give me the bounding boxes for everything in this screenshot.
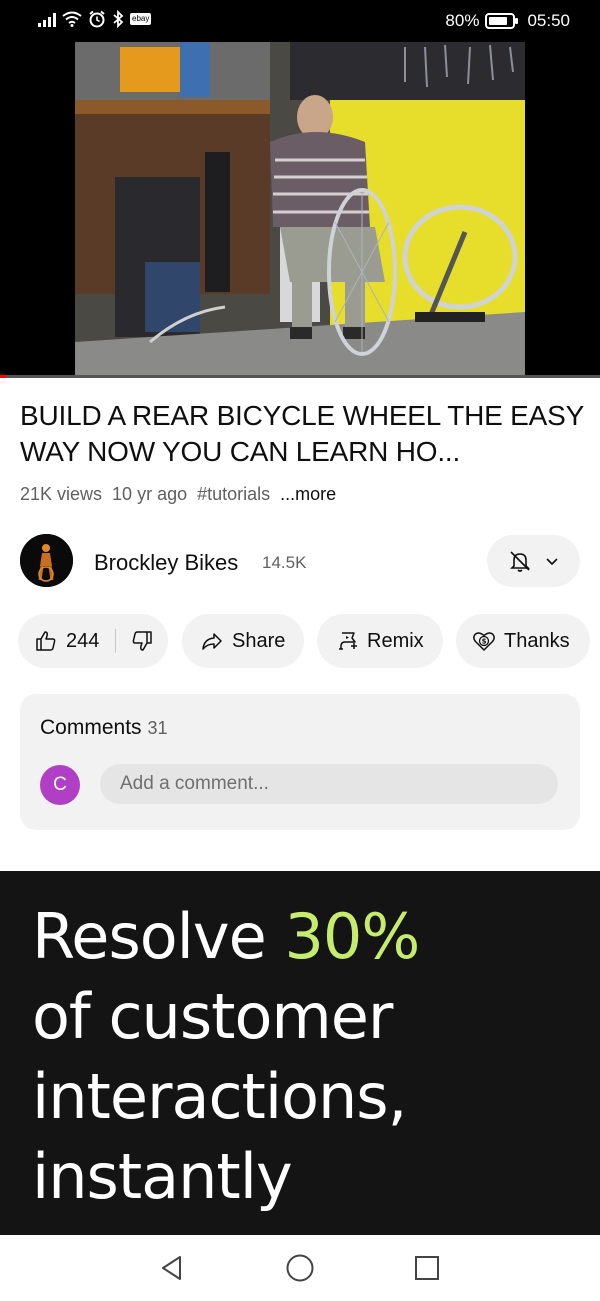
channel-row: Brockley Bikes 14.5K (20, 534, 580, 588)
battery-icon (485, 13, 519, 29)
subscriber-count: 14.5K (262, 553, 307, 572)
video-progress-bar[interactable] (0, 375, 600, 378)
ad-accent-text: 30% (284, 900, 420, 973)
ad-banner[interactable]: Resolve 30% of customer interactions, in… (0, 871, 600, 1235)
ad-line-3: interactions, (32, 1060, 407, 1133)
status-icons-left: ebay (38, 10, 152, 28)
remix-icon (339, 632, 357, 650)
video-player[interactable] (0, 42, 600, 378)
thanks-button[interactable]: $ Thanks (456, 614, 590, 668)
comments-count: 31 (147, 718, 168, 738)
bell-off-icon (509, 551, 530, 572)
status-time: 05:50 (527, 11, 570, 30)
battery-percent: 80% (445, 11, 480, 30)
back-icon (162, 1256, 181, 1280)
share-button[interactable]: Share (182, 614, 304, 668)
channel-logo-image (20, 534, 73, 587)
signal-icon (38, 11, 56, 27)
ad-line-4: instantly (32, 1140, 293, 1213)
back-button[interactable] (156, 1252, 188, 1284)
comments-section[interactable]: Comments 31 C (20, 694, 580, 830)
comments-header: Comments 31 (40, 716, 168, 740)
status-bar: ebay 80% 05:50 (0, 0, 600, 42)
video-progress-fill (0, 375, 6, 378)
view-count: 21K views (20, 484, 103, 504)
share-label: Share (232, 629, 286, 652)
thumb-down-icon[interactable] (130, 629, 154, 653)
ebay-notification-icon: ebay (130, 13, 152, 25)
wifi-icon (62, 11, 82, 27)
recents-icon (415, 1256, 439, 1280)
alarm-icon (89, 10, 105, 28)
like-dislike-button: 244 (18, 614, 168, 668)
thanks-label: Thanks (504, 629, 570, 652)
bluetooth-icon (113, 10, 124, 28)
share-icon (202, 633, 222, 650)
system-navigation-bar (0, 1235, 600, 1301)
video-thumbnail-image (75, 42, 525, 378)
status-icons-right: 80% 05:50 (445, 11, 570, 31)
recents-button[interactable] (411, 1252, 443, 1284)
like-divider (115, 629, 117, 653)
hashtag-link[interactable]: #tutorials (197, 484, 270, 505)
comments-label: Comments (40, 716, 142, 739)
video-meta[interactable]: 21K views 10 yr ago #tutorials ...more (20, 484, 336, 505)
remix-button[interactable]: Remix (317, 614, 443, 668)
thanks-icon: $ (473, 632, 495, 652)
ad-headline: Resolve 30% of customer interactions, in… (32, 897, 572, 1217)
home-button[interactable] (284, 1252, 316, 1284)
ad-line-2: of customer (32, 980, 393, 1053)
chevron-down-icon (545, 558, 558, 566)
remix-label: Remix (367, 629, 424, 652)
ad-line-1-prefix: Resolve (32, 900, 267, 973)
home-icon (286, 1254, 314, 1282)
channel-avatar[interactable] (20, 534, 73, 587)
like-count[interactable]: 244 (66, 630, 99, 653)
svg-text:$: $ (482, 638, 487, 646)
add-comment-input[interactable] (100, 764, 558, 804)
ad-line-1: Resolve 30% (32, 897, 572, 977)
video-frame[interactable] (75, 42, 525, 378)
thumb-up-icon[interactable] (34, 629, 58, 653)
video-title[interactable]: BUILD A REAR BICYCLE WHEEL THE EASY WAY … (20, 398, 585, 470)
upload-age: 10 yr ago (112, 484, 188, 504)
channel-name[interactable]: Brockley Bikes (94, 550, 238, 576)
notification-settings-button[interactable] (487, 535, 580, 587)
more-description-link[interactable]: ...more (280, 484, 336, 505)
user-avatar: C (40, 765, 80, 805)
